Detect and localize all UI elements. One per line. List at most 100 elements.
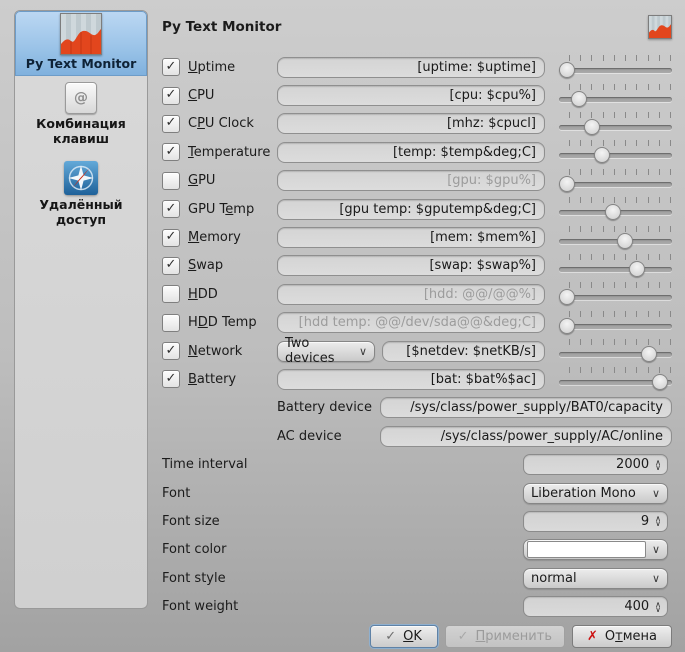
format-input[interactable]	[382, 341, 545, 362]
cancel-button[interactable]: ✗ Отмена	[572, 625, 672, 648]
page-title: Py Text Monitor	[162, 19, 281, 35]
font-weight-value: 400	[532, 599, 655, 614]
py-text-monitor-window: Py Text Monitor @ Комбинация клавиш	[0, 0, 685, 652]
slider-ticks	[569, 55, 671, 61]
position-slider[interactable]	[559, 367, 672, 391]
font-weight-spinner[interactable]: 400 ∧∨	[523, 596, 668, 617]
position-slider[interactable]	[559, 84, 672, 108]
position-slider[interactable]	[559, 339, 672, 363]
slider-handle[interactable]	[641, 346, 657, 362]
sidebar-item-label: Удалённый доступ	[17, 198, 145, 227]
spinner-arrows-icon[interactable]: ∧∨	[655, 516, 661, 526]
monitor-checkbox[interactable]: ✓	[162, 143, 180, 161]
monitor-checkbox[interactable]	[162, 172, 180, 190]
format-input[interactable]	[277, 369, 545, 390]
monitor-checkbox[interactable]: ✓	[162, 370, 180, 388]
device-rows: Battery device AC device	[162, 394, 672, 451]
position-slider[interactable]	[559, 197, 672, 221]
monitor-checkbox[interactable]: ✓	[162, 229, 180, 247]
slider-track[interactable]	[559, 182, 672, 187]
slider-track[interactable]	[559, 324, 672, 329]
monitor-checkbox[interactable]: ✓	[162, 200, 180, 218]
format-input[interactable]	[277, 142, 545, 163]
slider-handle[interactable]	[571, 91, 587, 107]
slider-track[interactable]	[559, 68, 672, 73]
slider-handle[interactable]	[559, 318, 575, 334]
spinner-arrows-icon[interactable]: ∧∨	[655, 602, 661, 612]
position-slider[interactable]	[559, 55, 672, 79]
monitor-checkbox[interactable]: ✓	[162, 342, 180, 360]
device-path-input[interactable]	[380, 426, 672, 447]
slider-handle[interactable]	[605, 204, 621, 220]
format-input[interactable]	[277, 113, 545, 134]
format-input[interactable]	[277, 312, 545, 333]
monitor-checkbox[interactable]	[162, 285, 180, 303]
monitor-label: Uptime	[188, 60, 277, 75]
cancel-button-label: Отмена	[605, 629, 657, 644]
slider-track[interactable]	[559, 267, 672, 272]
format-input[interactable]	[277, 85, 545, 106]
monitor-label: Memory	[188, 230, 277, 245]
sidebar-item-py-text-monitor[interactable]: Py Text Monitor	[15, 11, 147, 76]
monitor-label: CPU Clock	[188, 116, 277, 131]
slider-handle[interactable]	[584, 119, 600, 135]
slider-handle[interactable]	[652, 374, 668, 390]
apply-button[interactable]: ✓ Применить	[445, 625, 565, 648]
slider-track[interactable]	[559, 295, 672, 300]
check-icon: ✓	[166, 258, 177, 271]
format-input[interactable]	[277, 170, 545, 191]
slider-handle[interactable]	[559, 176, 575, 192]
ok-button-label: OK	[403, 629, 422, 644]
slider-track[interactable]	[559, 125, 672, 130]
format-input[interactable]	[277, 227, 545, 248]
monitor-row-network: ✓ Network Two devices ∨	[162, 337, 672, 365]
monitor-checkbox[interactable]: ✓	[162, 87, 180, 105]
monitor-checkbox[interactable]: ✓	[162, 257, 180, 275]
slider-ticks	[569, 226, 671, 232]
font-color-select[interactable]: ∨	[523, 539, 668, 560]
device-label: AC device	[277, 429, 380, 444]
position-slider[interactable]	[559, 311, 672, 335]
check-icon: ✓	[166, 116, 177, 129]
check-icon: ✓	[166, 372, 177, 385]
slider-handle[interactable]	[629, 261, 645, 277]
slider-handle[interactable]	[559, 289, 575, 305]
format-input[interactable]	[277, 284, 545, 305]
spinner-arrows-icon[interactable]: ∧∨	[655, 460, 661, 470]
slider-track[interactable]	[559, 239, 672, 244]
time-interval-spinner[interactable]: 2000 ∧∨	[523, 454, 668, 475]
slider-handle[interactable]	[559, 62, 575, 78]
sidebar-item-remote-access[interactable]: Удалённый доступ	[15, 152, 147, 233]
slider-handle[interactable]	[594, 147, 610, 163]
ok-button[interactable]: ✓ OK	[370, 625, 438, 648]
slider-track[interactable]	[559, 153, 672, 158]
font-size-spinner[interactable]: 9 ∧∨	[523, 511, 668, 532]
monitor-row-temperature: ✓ Temperature	[162, 138, 672, 166]
monitor-checkbox[interactable]: ✓	[162, 115, 180, 133]
monitor-field-wrap	[277, 142, 545, 163]
position-slider[interactable]	[559, 254, 672, 278]
position-slider[interactable]	[559, 169, 672, 193]
font-select[interactable]: Liberation Mono ∨	[523, 483, 668, 504]
position-slider[interactable]	[559, 282, 672, 306]
format-input[interactable]	[277, 57, 545, 78]
position-slider[interactable]	[559, 140, 672, 164]
monitor-checkbox[interactable]: ✓	[162, 58, 180, 76]
format-input[interactable]	[277, 199, 545, 220]
position-slider[interactable]	[559, 112, 672, 136]
monitor-checkbox[interactable]	[162, 314, 180, 332]
slider-handle[interactable]	[617, 233, 633, 249]
network-devices-select[interactable]: Two devices ∨	[277, 341, 375, 362]
format-input[interactable]	[277, 255, 545, 276]
sidebar-item-key-combination[interactable]: @ Комбинация клавиш	[15, 76, 147, 152]
monitor-label: HDD	[188, 287, 277, 302]
at-sign-icon: @	[65, 82, 97, 114]
position-slider[interactable]	[559, 226, 672, 250]
monitor-label: Swap	[188, 258, 277, 273]
device-path-input[interactable]	[380, 397, 672, 418]
font-color-swatch	[527, 541, 646, 558]
font-style-select[interactable]: normal ∨	[523, 568, 668, 589]
font-color-row: Font color ∨	[162, 536, 672, 564]
slider-ticks	[569, 140, 671, 146]
monitor-field-wrap	[277, 255, 545, 276]
